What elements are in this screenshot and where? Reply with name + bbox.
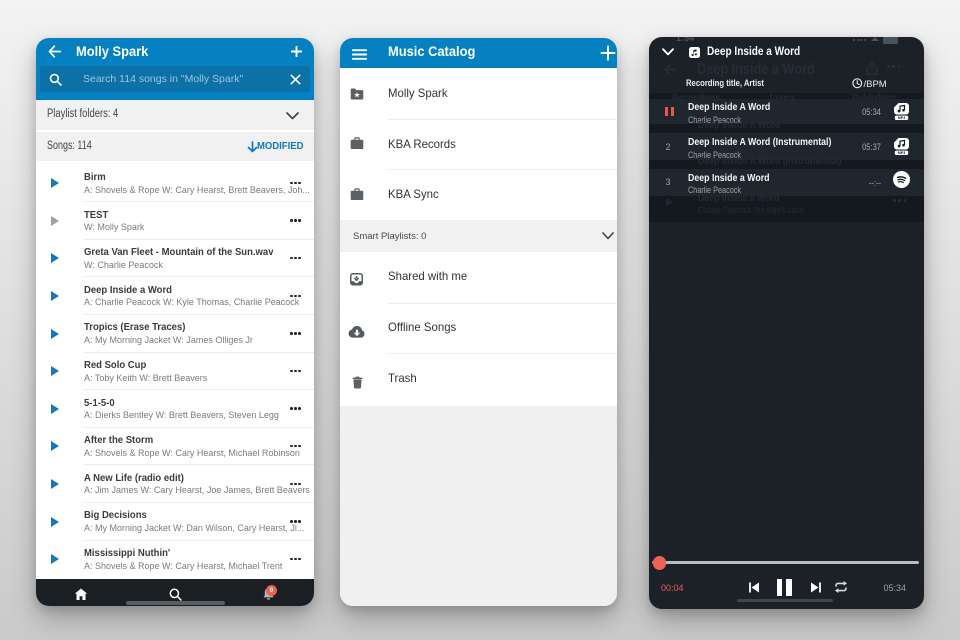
svg-text:MP3: MP3 xyxy=(897,116,904,120)
svg-text:MP3: MP3 xyxy=(897,151,904,155)
